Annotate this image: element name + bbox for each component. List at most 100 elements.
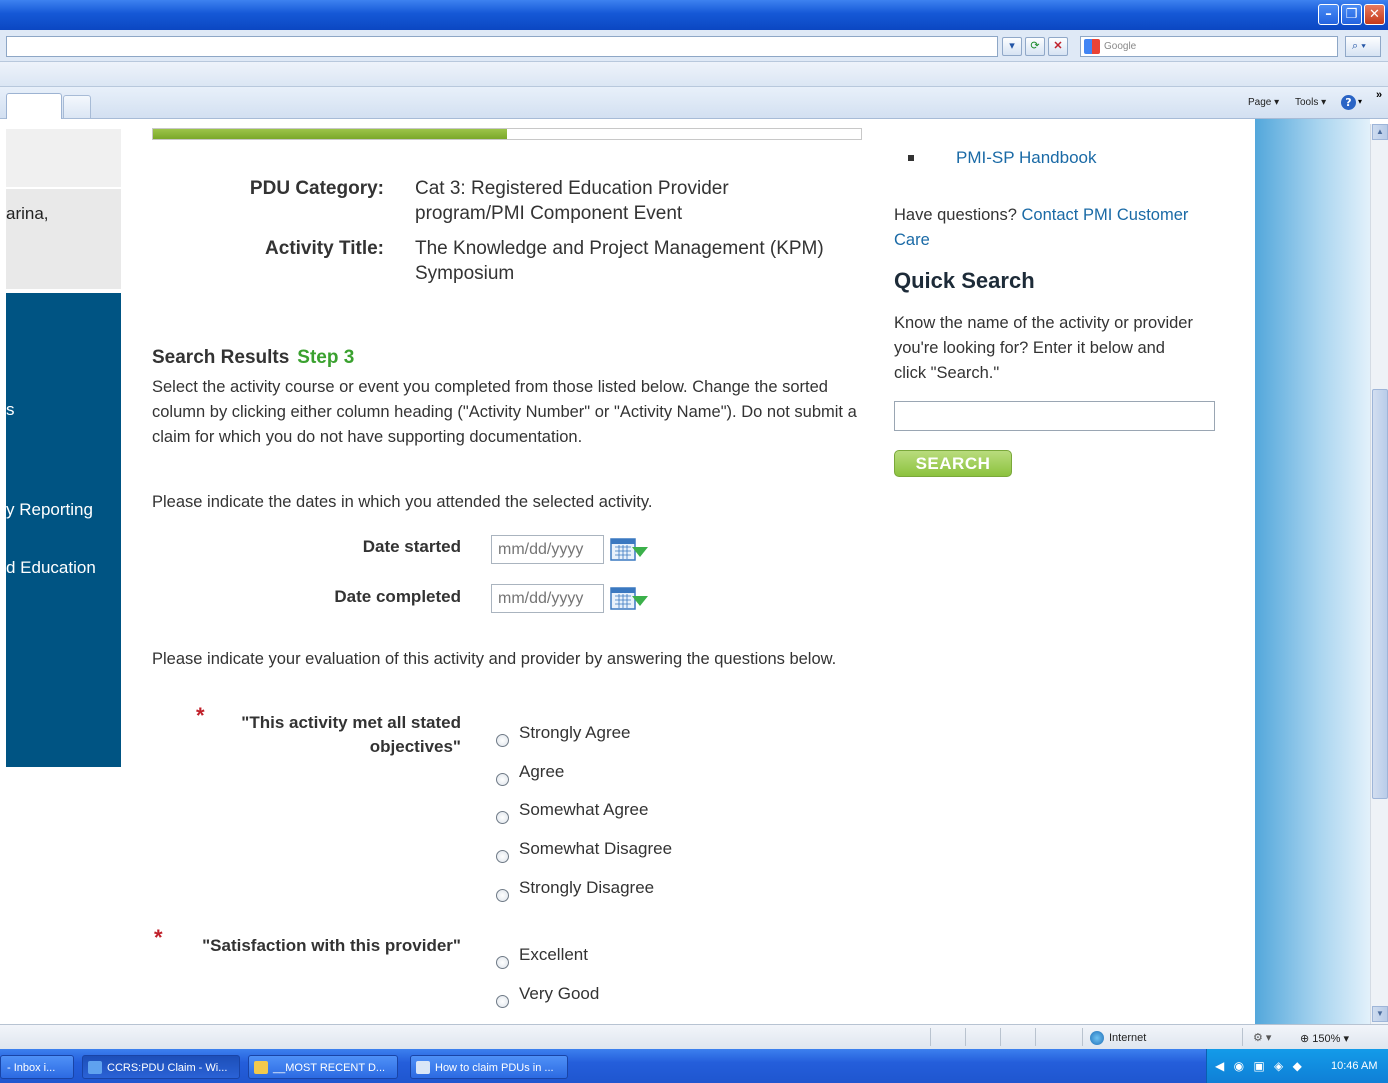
- search-results-title: Search Results: [152, 347, 290, 368]
- search-button[interactable]: SEARCH: [894, 450, 1012, 477]
- option-very-good[interactable]: Very Good: [496, 981, 600, 1008]
- help-dropdown-icon[interactable]: ▾: [1358, 97, 1362, 106]
- nav-item-reporting[interactable]: y Reporting: [6, 500, 93, 520]
- required-marker: *: [196, 703, 205, 728]
- page-viewport: arina, s y Reporting d Education PDU Cat…: [6, 119, 1370, 1024]
- radio-button[interactable]: [496, 849, 509, 863]
- bullet-icon: [908, 155, 914, 161]
- tab-bar: Page ▾ Tools ▾ ? ▾ »: [0, 87, 1388, 119]
- window-title-bar: – ❐ ✕: [0, 0, 1388, 30]
- dates-intro: Please indicate the dates in which you a…: [152, 493, 653, 511]
- taskbar-item-folder[interactable]: __MOST RECENT D...: [248, 1055, 398, 1079]
- required-marker: *: [154, 925, 163, 950]
- status-divider: [930, 1028, 931, 1046]
- pdu-category-label: PDU Category:: [249, 178, 384, 199]
- question-satisfaction-label: "Satisfaction with this provider": [202, 936, 461, 955]
- scroll-down-icon[interactable]: ▼: [1372, 1006, 1388, 1022]
- option-label: Excellent: [519, 945, 588, 964]
- radio-button[interactable]: [496, 888, 509, 902]
- quick-search-input[interactable]: [894, 401, 1215, 431]
- search-results-description: Select the activity course or event you …: [152, 378, 857, 446]
- browser-tab-active[interactable]: [6, 93, 62, 119]
- new-tab-button[interactable]: [63, 95, 91, 119]
- claim-progress-fill: [153, 129, 507, 139]
- zoom-value: 150%: [1312, 1033, 1341, 1045]
- option-somewhat-agree[interactable]: Somewhat Agree: [496, 797, 649, 824]
- folder-icon: [254, 1061, 268, 1074]
- taskbar: - Inbox i... CCRS:PDU Claim - Wi... __MO…: [0, 1049, 1388, 1083]
- taskbar-label: - Inbox i...: [7, 1062, 56, 1074]
- security-zone-label: Internet: [1109, 1032, 1147, 1044]
- radio-button[interactable]: [496, 772, 509, 786]
- date-started-label: Date started: [362, 537, 461, 556]
- address-field[interactable]: [6, 36, 998, 57]
- status-divider: [1242, 1028, 1243, 1046]
- vertical-scrollbar[interactable]: ▲ ▼: [1370, 124, 1388, 1024]
- status-bar: Internet ⚙ ▾ ⊕ 150% ▾: [0, 1024, 1388, 1049]
- clock[interactable]: 10:46 AM: [1331, 1060, 1377, 1072]
- ie-icon: [88, 1061, 102, 1074]
- date-completed-label: Date completed: [334, 587, 461, 606]
- search-go-icon[interactable]: ⌕ ▾: [1345, 36, 1381, 57]
- question-objectives-label: "This activity met all stated objectives…: [241, 713, 461, 756]
- taskbar-label: __MOST RECENT D...: [273, 1062, 386, 1074]
- browser-search-placeholder: Google: [1104, 41, 1137, 52]
- address-bar: ▾ ⟳ ✕ Google ⌕ ▾: [0, 30, 1388, 62]
- status-divider: [965, 1028, 966, 1046]
- handbook-link[interactable]: PMI-SP Handbook: [956, 148, 1096, 168]
- option-strongly-disagree[interactable]: Strongly Disagree: [496, 875, 655, 902]
- close-button[interactable]: ✕: [1364, 4, 1385, 25]
- tray-icons[interactable]: ◀ ◉ ▣ ◈ ◆: [1215, 1059, 1305, 1073]
- option-label: Strongly Disagree: [519, 878, 655, 897]
- restore-button[interactable]: ❐: [1341, 4, 1362, 25]
- refresh-icon[interactable]: ⟳: [1025, 37, 1045, 56]
- scrollbar-thumb[interactable]: [1372, 389, 1388, 799]
- browser-search-input[interactable]: Google: [1080, 36, 1338, 57]
- scroll-up-icon[interactable]: ▲: [1372, 124, 1388, 140]
- status-divider: [1082, 1028, 1083, 1046]
- taskbar-label: How to claim PDUs in ...: [435, 1062, 554, 1074]
- date-started-input[interactable]: [491, 535, 604, 564]
- system-tray: ◀ ◉ ▣ ◈ ◆ 10:46 AM: [1206, 1049, 1388, 1083]
- calendar-icon[interactable]: [610, 586, 650, 612]
- option-excellent[interactable]: Excellent: [496, 942, 588, 969]
- nav-menu: [6, 293, 121, 767]
- nav-item-education[interactable]: d Education: [6, 558, 96, 578]
- more-commands-icon[interactable]: »: [1376, 89, 1382, 101]
- radio-button[interactable]: [496, 733, 509, 747]
- date-completed-input[interactable]: [491, 584, 604, 613]
- option-label: Somewhat Disagree: [519, 839, 673, 858]
- nav-user-name: arina,: [6, 204, 49, 223]
- radio-button[interactable]: [496, 955, 509, 969]
- calendar-icon[interactable]: [610, 537, 650, 563]
- option-agree[interactable]: Agree: [496, 759, 564, 786]
- nav-header-block: [6, 129, 121, 187]
- option-label: Somewhat Agree: [519, 800, 649, 819]
- stop-icon[interactable]: ✕: [1048, 37, 1068, 56]
- page-menu-button[interactable]: Page ▾: [1248, 97, 1279, 108]
- option-label: Very Good: [519, 984, 600, 1003]
- option-strongly-agree[interactable]: Strongly Agree: [496, 720, 631, 747]
- help-icon[interactable]: ?: [1341, 95, 1356, 110]
- protected-mode-icon[interactable]: ⚙ ▾: [1253, 1031, 1271, 1044]
- tools-menu-button[interactable]: Tools ▾: [1295, 97, 1326, 108]
- zoom-level[interactable]: ⊕ 150% ▾: [1300, 1032, 1349, 1045]
- activity-title-label: Activity Title:: [265, 238, 384, 259]
- address-dropdown-button[interactable]: ▾: [1002, 37, 1022, 56]
- questions-text: Have questions? Contact PMI Customer Car…: [894, 203, 1194, 253]
- nav-item[interactable]: s: [6, 400, 15, 420]
- activity-title-value: The Knowledge and Project Management (KP…: [415, 238, 824, 284]
- google-icon: [1084, 39, 1100, 54]
- internet-zone-icon: [1090, 1031, 1104, 1045]
- taskbar-item-inbox[interactable]: - Inbox i...: [0, 1055, 74, 1079]
- quick-search-title: Quick Search: [894, 268, 1035, 293]
- radio-button[interactable]: [496, 810, 509, 824]
- minimize-button[interactable]: –: [1318, 4, 1339, 25]
- taskbar-item-ccrs[interactable]: CCRS:PDU Claim - Wi...: [82, 1055, 240, 1079]
- status-divider: [1000, 1028, 1001, 1046]
- search-results-heading: Search Results Step 3: [152, 347, 354, 369]
- radio-button[interactable]: [496, 994, 509, 1008]
- questions-label: Have questions?: [894, 206, 1017, 224]
- option-somewhat-disagree[interactable]: Somewhat Disagree: [496, 836, 673, 863]
- taskbar-item-word-doc[interactable]: How to claim PDUs in ...: [410, 1055, 568, 1079]
